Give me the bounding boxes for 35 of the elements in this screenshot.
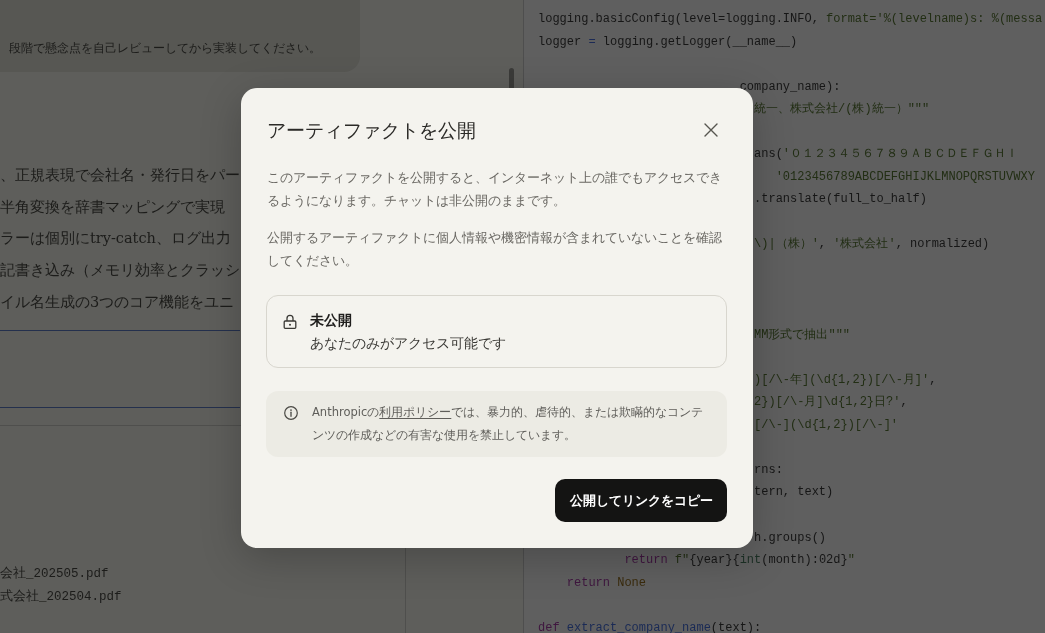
response-text: 、正規表現で会社名・発行日をパー: [0, 166, 240, 185]
dialog-title: アーティファクトを公開: [267, 118, 476, 143]
code-line: rns:: [754, 461, 783, 478]
code-line: [/\-](\d{1,2})[/\-]': [754, 416, 899, 433]
response-text: 半角変換を辞書マッピングで実現: [0, 197, 225, 217]
code-line: company_name):: [739, 78, 841, 95]
file-name: 会社_202505.pdf: [0, 565, 109, 582]
notice-text: Anthropicの利用ポリシーでは、暴力的、虐待的、または欺瞞的なコンテンツの作成などの有害な使用を禁止しています。: [312, 403, 705, 444]
publish-button[interactable]: 公開してリンクをコピー: [555, 479, 727, 522]
code-line: MM形式で抽出""": [754, 326, 851, 343]
code-line: \)|（株）', '株式会社', normalized): [754, 236, 990, 253]
code-line: tern, text): [754, 484, 834, 501]
code-line: )[/\-年](\d{1,2})[/\-月]',: [754, 371, 937, 388]
code-line: def extract_company_name(text):: [538, 619, 762, 633]
close-icon[interactable]: [704, 123, 718, 137]
code-line: '0123456789ABCDEFGHIJKLMNOPQRSTUVWXY: [775, 168, 1035, 185]
lock-icon: [283, 313, 297, 329]
visibility-description: あなたのみがアクセス可能です: [310, 333, 506, 353]
code-line: 統一、株式会社/(株)統一）""": [754, 101, 930, 118]
file-name: 式会社_202504.pdf: [0, 588, 122, 605]
code-line: h.groups(): [754, 529, 827, 546]
code-line: logger = logging.getLogger(__name__): [538, 33, 798, 50]
code-line: return None: [566, 574, 647, 591]
dialog-text: 公開するアーティファクトに個人情報や機密情報が含まれていないことを確認してください。: [267, 228, 723, 270]
policy-link[interactable]: 利用ポリシー: [379, 404, 452, 419]
response-text: 記書き込み（メモリ効率とクラッシ: [0, 261, 240, 281]
code-line: return f"{year}{int(month):02d}": [624, 552, 855, 569]
visibility-title: 未公開: [310, 310, 352, 330]
response-text: ラーは個別にtry-catch、ログ出力: [0, 229, 231, 249]
code-line: .translate(full_to_half): [754, 191, 927, 208]
code-line: 2})[/\-月]\d{1,2}日?',: [754, 394, 908, 411]
info-icon: [284, 405, 298, 420]
response-text: イル名生成の3つのコア機能をユニ: [0, 292, 235, 312]
code-line: logging.basicConfig(level=logging.INFO, format='%(levelname)s: %(messa: [538, 11, 1043, 27]
dialog-text: このアーティファクトを公開すると、インターネット上の誰でもアクセスできるようになります。チャットは非公開のままです。: [267, 168, 723, 210]
